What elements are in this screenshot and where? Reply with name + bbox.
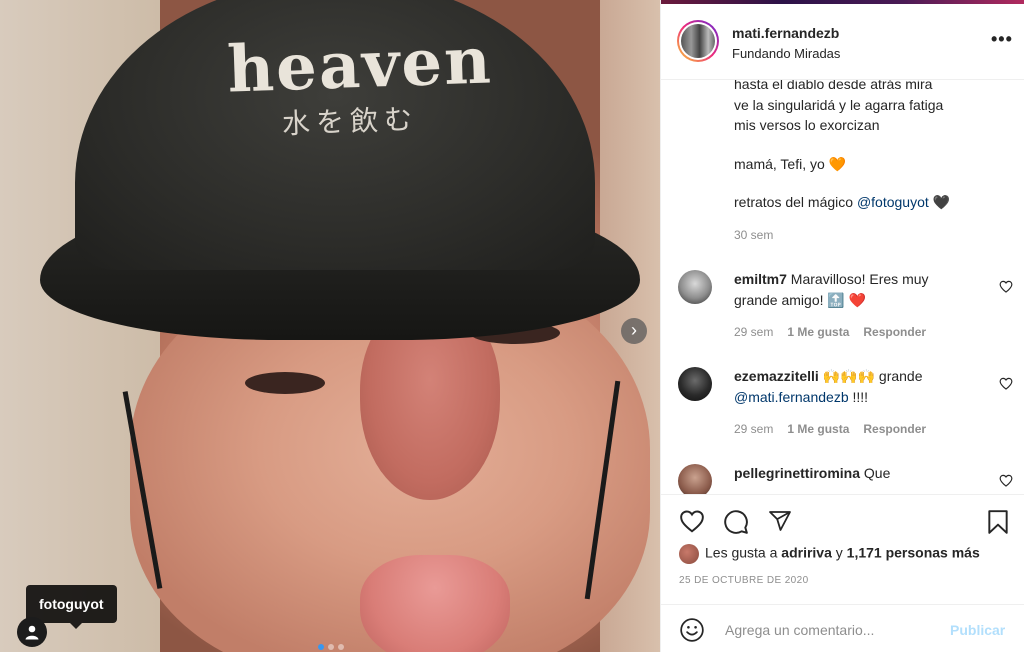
caption-line: hasta el diablo desde atrás mira — [734, 80, 933, 92]
caption-line: retratos del mágico @fotoguyot 🖤 — [734, 194, 951, 210]
commenter-username[interactable]: emiltm7 — [734, 271, 787, 287]
author-avatar[interactable] — [677, 20, 719, 62]
likes-count-link[interactable]: 1,171 personas más — [847, 545, 980, 561]
post-actions: Les gusta a adririva y 1,171 personas má… — [661, 494, 1024, 605]
caption-line: mis versos lo exorcizan — [734, 117, 880, 133]
liker-username[interactable]: adririva — [781, 545, 832, 561]
comment-text: ezemazzitelli 🙌🙌🙌 grande @mati.fernandez… — [734, 368, 923, 405]
comment-likes-count[interactable]: 1 Me gusta — [787, 422, 849, 436]
caption-timestamp[interactable]: 30 sem — [734, 228, 773, 242]
like-comment-heart-icon[interactable] — [999, 474, 1013, 487]
like-comment-heart-icon[interactable] — [999, 280, 1013, 293]
carousel-next-button[interactable]: › — [621, 318, 647, 344]
reply-button[interactable]: Responder — [863, 325, 926, 339]
commenter-avatar[interactable] — [678, 367, 712, 401]
hat-japanese-text: 水を飲む — [281, 103, 419, 140]
comment-timestamp[interactable]: 29 sem — [734, 325, 773, 339]
post-photo[interactable]: heaven 水を飲む — [0, 0, 660, 652]
hat-logo-text: heaven — [226, 23, 494, 108]
comment-text: pellegrinettiromina Que — [734, 465, 891, 481]
carousel-dot — [328, 644, 334, 650]
save-bookmark-icon[interactable] — [987, 509, 1009, 535]
author-username[interactable]: mati.fernandezb — [732, 25, 839, 41]
user-tags-button[interactable] — [17, 617, 47, 647]
chevron-right-icon: › — [631, 320, 637, 340]
user-tag-tooltip[interactable]: fotoguyot — [26, 585, 117, 629]
comment-likes-count[interactable]: 1 Me gusta — [787, 325, 849, 339]
like-heart-icon[interactable] — [679, 509, 705, 533]
comment-mention-link[interactable]: @mati.fernandezb — [734, 389, 849, 405]
commenter-avatar[interactable] — [678, 464, 712, 494]
publish-comment-button[interactable]: Publicar — [950, 622, 1005, 638]
add-comment-input[interactable] — [723, 618, 947, 642]
commenter-username[interactable]: pellegrinettiromina — [734, 465, 860, 481]
post-caption: hasta el diablo desde atrás mira ve la s… — [734, 80, 1004, 213]
reply-button[interactable]: Responder — [863, 422, 926, 436]
carousel-dot — [318, 644, 324, 650]
emoji-icon[interactable] — [679, 617, 705, 643]
share-send-icon[interactable] — [767, 509, 793, 533]
caption-line: mamá, Tefi, yo 🧡 — [734, 155, 847, 172]
carousel-dot — [338, 644, 344, 650]
commenter-avatar[interactable] — [678, 270, 712, 304]
comment-meta: 29 sem 1 Me gusta Responder — [734, 325, 940, 339]
photo-eye-left — [245, 372, 325, 394]
post-date[interactable]: 25 DE OCTUBRE DE 2020 — [679, 575, 809, 586]
author-location[interactable]: Fundando Miradas — [732, 46, 840, 61]
user-tag-label: fotoguyot — [39, 596, 104, 612]
comment-text: emiltm7 Maravilloso! Eres muy grande ami… — [734, 271, 929, 308]
comment-timestamp[interactable]: 29 sem — [734, 422, 773, 436]
photo-tongue — [360, 555, 510, 652]
more-options-button[interactable]: ••• — [991, 30, 1013, 48]
like-comment-heart-icon[interactable] — [999, 377, 1013, 390]
add-comment-bar: Publicar — [661, 604, 1024, 653]
commenter-username[interactable]: ezemazzitelli — [734, 368, 819, 384]
likes-summary: Les gusta a adririva y 1,171 personas má… — [679, 544, 980, 564]
comment-bubble-icon[interactable] — [723, 509, 749, 535]
carousel-indicator — [316, 637, 346, 655]
person-icon — [25, 625, 39, 640]
post-side-panel: mati.fernandezb Fundando Miradas ••• has… — [660, 0, 1024, 652]
post-header: mati.fernandezb Fundando Miradas ••• — [661, 4, 1024, 80]
liker-avatar[interactable] — [679, 544, 699, 564]
author-avatar-image — [681, 24, 715, 58]
comment-meta: 29 sem 1 Me gusta Responder — [734, 422, 940, 436]
caption-mention-link[interactable]: @fotoguyot — [857, 194, 929, 210]
caption-line: ve la singularidá y le agarra fatiga — [734, 96, 944, 113]
comments-list[interactable]: hasta el diablo desde atrás mira ve la s… — [661, 80, 1024, 494]
